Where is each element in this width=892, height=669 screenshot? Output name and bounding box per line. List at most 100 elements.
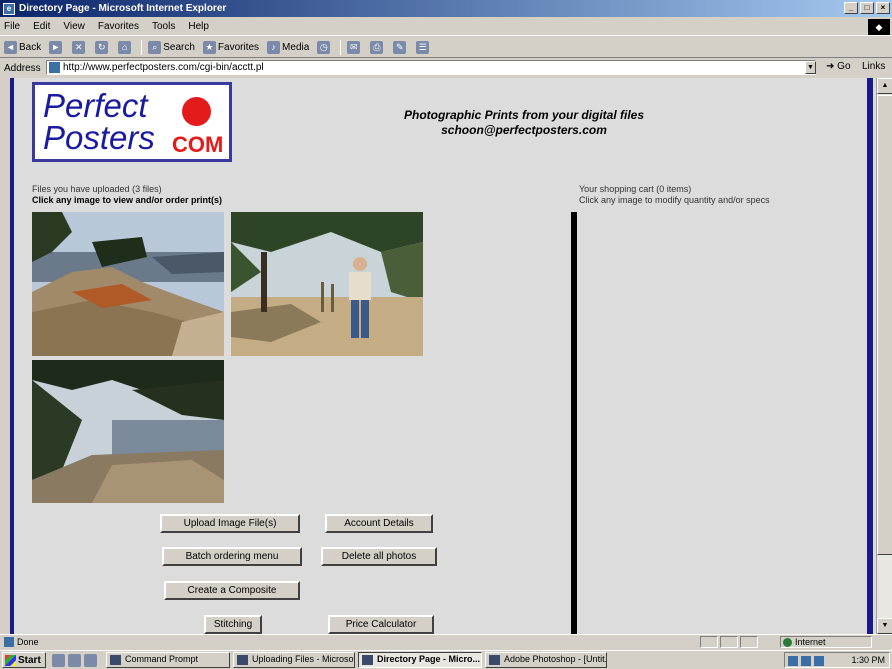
address-url: http://www.perfectposters.com/cgi-bin/ac… <box>63 62 264 73</box>
menu-bar: File Edit View Favorites Tools Help <box>0 18 892 36</box>
minimize-button[interactable]: _ <box>844 2 858 14</box>
photo-thumbnail-portrait[interactable] <box>231 212 423 356</box>
back-button[interactable]: ◄ Back <box>4 40 41 54</box>
tray-network-icon[interactable] <box>788 655 798 666</box>
logo-red-dot <box>182 97 211 126</box>
edit-icon: ✎ <box>393 40 407 54</box>
history-button[interactable]: ◷ <box>317 40 332 54</box>
logo-text-posters: Posters <box>43 119 155 156</box>
favorites-button[interactable]: ★ Favorites <box>202 40 259 54</box>
links-button[interactable]: Links <box>862 61 885 72</box>
portrait-photo-image <box>231 212 423 356</box>
maximize-button[interactable]: □ <box>860 2 874 14</box>
media-icon: ♪ <box>267 40 281 54</box>
ie-quicklaunch-icon[interactable] <box>68 653 81 667</box>
scroll-down-arrow-icon[interactable]: ▼ <box>877 618 892 634</box>
status-done: Done <box>4 637 39 647</box>
cypress-photo-image <box>32 360 224 503</box>
desktop-icon[interactable] <box>52 653 65 667</box>
globe-icon <box>783 638 792 647</box>
create-composite-button[interactable]: Create a Composite <box>164 581 300 600</box>
back-arrow-icon: ◄ <box>4 40 17 54</box>
forward-arrow-icon: ► <box>49 40 63 54</box>
media-button[interactable]: ♪ Media <box>267 40 309 54</box>
task-uploading-files[interactable]: Uploading Files - Microsof... <box>233 652 355 668</box>
page-icon <box>49 62 60 73</box>
start-button[interactable]: Start <box>2 652 46 668</box>
uploaded-instructions: Click any image to view and/or order pri… <box>32 195 223 205</box>
task-directory-page[interactable]: Directory Page - Micro... <box>358 652 482 668</box>
mail-button[interactable]: ✉ <box>347 40 362 54</box>
outlook-icon[interactable] <box>84 653 97 667</box>
close-button[interactable]: × <box>876 2 890 14</box>
quick-launch <box>52 653 100 667</box>
headline-title: Photographic Prints from your digital fi… <box>403 108 645 122</box>
home-icon: ⌂ <box>118 40 132 54</box>
page-done-icon <box>4 637 14 647</box>
stop-icon: ✕ <box>72 40 86 54</box>
print-button[interactable]: ⎙ <box>370 40 385 54</box>
address-bar: Address http://www.perfectposters.com/cg… <box>0 59 892 77</box>
stop-button[interactable]: ✕ <box>72 40 87 54</box>
refresh-button[interactable]: ↻ <box>95 40 110 54</box>
mail-icon: ✉ <box>347 40 361 54</box>
security-zone: Internet <box>780 636 872 648</box>
cmd-icon <box>110 655 121 665</box>
perfect-posters-logo[interactable]: Perfect Posters COM <box>32 82 232 162</box>
title-bar: e Directory Page - Microsoft Internet Ex… <box>0 0 892 17</box>
page-right-border <box>867 78 873 634</box>
price-calculator-button[interactable]: Price Calculator <box>328 615 434 634</box>
menu-view[interactable]: View <box>63 21 85 32</box>
menu-tools[interactable]: Tools <box>152 21 175 32</box>
tray-volume-icon[interactable] <box>801 655 811 666</box>
menu-help[interactable]: Help <box>188 21 209 32</box>
vertical-scrollbar[interactable]: ▲ ▼ <box>876 78 892 634</box>
account-details-button[interactable]: Account Details <box>325 514 433 533</box>
print-icon: ⎙ <box>370 40 384 54</box>
address-input[interactable]: http://www.perfectposters.com/cgi-bin/ac… <box>46 60 816 75</box>
stitching-button[interactable]: Stitching <box>204 615 262 634</box>
scroll-up-arrow-icon[interactable]: ▲ <box>877 78 892 94</box>
scroll-thumb[interactable] <box>877 95 892 555</box>
user-email: schoon@perfectposters.com <box>441 123 607 137</box>
windows-taskbar: Start Command Prompt Uploading Files - M… <box>0 650 892 669</box>
cart-count: Your shopping cart (0 items) <box>579 184 692 194</box>
photoshop-icon <box>489 655 500 665</box>
go-button[interactable]: ➜ Go <box>826 61 851 72</box>
task-photoshop[interactable]: Adobe Photoshop - [Untit... <box>485 652 607 668</box>
window-title: Directory Page - Microsoft Internet Expl… <box>19 3 227 14</box>
menu-favorites[interactable]: Favorites <box>98 21 139 32</box>
tray-app-icon[interactable] <box>814 655 824 666</box>
task-command-prompt[interactable]: Command Prompt <box>106 652 230 668</box>
coast-photo-image <box>32 212 224 356</box>
history-icon: ◷ <box>317 40 331 54</box>
search-icon: ⌕ <box>148 40 162 54</box>
delete-all-photos-button[interactable]: Delete all photos <box>321 547 437 566</box>
windows-flag-icon <box>5 654 16 666</box>
cart-info: Your shopping cart (0 items) Click any i… <box>579 184 770 206</box>
batch-ordering-button[interactable]: Batch ordering menu <box>162 547 302 566</box>
cart-divider <box>571 212 577 634</box>
menu-file[interactable]: File <box>4 21 20 32</box>
windows-logo-icon: ◆ <box>868 19 890 35</box>
edit-button[interactable]: ✎ <box>393 40 408 54</box>
cart-instructions: Click any image to modify quantity and/o… <box>579 195 770 205</box>
uploaded-count: Files you have uploaded (3 files) <box>32 184 162 194</box>
uploaded-files-info: Files you have uploaded (3 files) Click … <box>32 184 222 206</box>
standard-toolbar: ◄ Back ► ✕ ↻ ⌂ ⌕ Search ★ Favorites ♪ Media … <box>0 37 892 58</box>
discuss-button[interactable]: ☰ <box>416 40 431 54</box>
search-button[interactable]: ⌕ Search <box>148 40 195 54</box>
home-button[interactable]: ⌂ <box>118 40 133 54</box>
address-dropdown-button[interactable]: ▼ <box>805 61 816 74</box>
photo-thumbnail-coast[interactable] <box>32 212 224 356</box>
system-tray: 1:30 PM <box>784 652 890 668</box>
status-bar: Done Internet <box>0 634 892 649</box>
photo-thumbnail-cypress[interactable] <box>32 360 224 503</box>
ie-task-icon <box>362 655 373 665</box>
clock: 1:30 PM <box>851 655 885 665</box>
status-panels <box>700 636 760 648</box>
menu-edit[interactable]: Edit <box>33 21 50 32</box>
forward-button[interactable]: ► <box>49 40 64 54</box>
upload-images-button[interactable]: Upload Image File(s) <box>160 514 300 533</box>
page-content: Perfect Posters COM Photographic Prints … <box>10 78 878 634</box>
